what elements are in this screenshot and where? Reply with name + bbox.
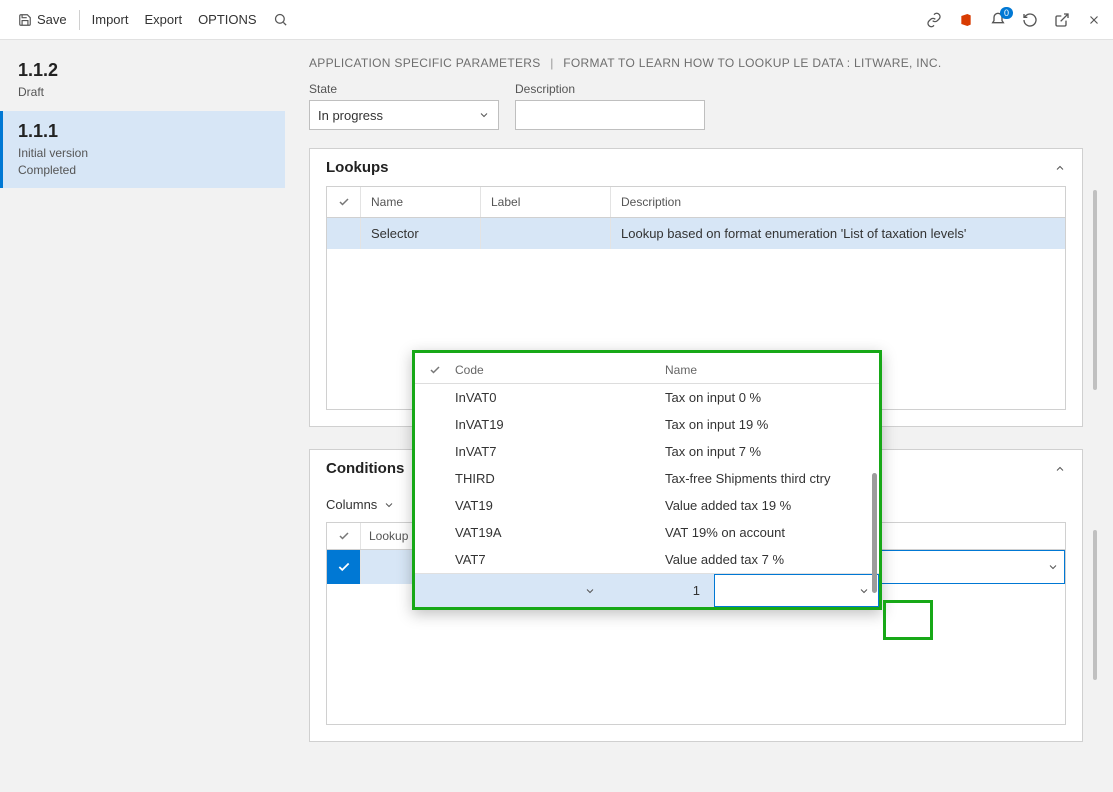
flyout-option-name: Tax on input 0 % (665, 390, 865, 405)
link-icon[interactable] (925, 11, 943, 29)
flyout-option[interactable]: VAT19AVAT 19% on account (415, 519, 879, 546)
save-button[interactable]: Save (10, 0, 75, 39)
version-item-2[interactable]: 1.1.1 Initial version Completed (0, 111, 285, 189)
breadcrumb-separator: | (550, 56, 553, 70)
popout-button[interactable] (1053, 11, 1071, 29)
label-header[interactable]: Label (481, 187, 611, 217)
scrollbar[interactable] (1093, 530, 1097, 680)
row-label (481, 218, 611, 249)
version-item-1[interactable]: 1.1.2 Draft (0, 50, 285, 111)
flyout-option-name: Tax on input 19 % (665, 417, 865, 432)
chevron-down-icon[interactable] (1047, 561, 1059, 573)
flyout-name-header[interactable]: Name (665, 363, 865, 377)
save-label: Save (37, 12, 67, 27)
description-field: Description (515, 82, 705, 130)
office-icon[interactable] (957, 11, 975, 29)
version-number: 1.1.2 (18, 60, 267, 81)
version-status: Draft (18, 84, 267, 101)
version-desc: Initial version (18, 145, 267, 162)
import-button[interactable]: Import (84, 0, 137, 39)
scrollbar[interactable] (1093, 190, 1097, 390)
flyout-option-name: VAT 19% on account (665, 525, 865, 540)
highlight-annotation (883, 600, 933, 640)
flyout-lookup-dropdown[interactable] (441, 585, 604, 597)
row-selected-indicator[interactable] (327, 550, 361, 584)
state-dropdown[interactable]: In progress (309, 100, 499, 130)
flyout-option-name: Tax-free Shipments third ctry (665, 471, 865, 486)
breadcrumb-b: FORMAT TO LEARN HOW TO LOOKUP LE DATA : … (563, 56, 941, 70)
breadcrumb: APPLICATION SPECIFIC PARAMETERS | FORMAT… (309, 56, 1083, 70)
options-button[interactable]: OPTIONS (190, 0, 265, 39)
toolbar-separator (79, 10, 80, 30)
collapse-icon[interactable] (1054, 162, 1066, 174)
breadcrumb-a: APPLICATION SPECIFIC PARAMETERS (309, 56, 541, 70)
select-all-header[interactable] (327, 187, 361, 217)
flyout-editing-row: 1 (415, 573, 879, 607)
description-header[interactable]: Description (611, 187, 1065, 217)
flyout-select-header[interactable] (429, 364, 455, 376)
flyout-option[interactable]: InVAT7Tax on input 7 % (415, 438, 879, 465)
flyout-option[interactable]: InVAT19Tax on input 19 % (415, 411, 879, 438)
flyout-option[interactable]: VAT19Value added tax 19 % (415, 492, 879, 519)
state-label: State (309, 82, 499, 96)
chevron-down-icon (383, 499, 395, 511)
chevron-down-icon (478, 109, 490, 121)
flyout-option[interactable]: THIRDTax-free Shipments third ctry (415, 465, 879, 492)
conditions-title: Conditions (326, 460, 404, 477)
flyout-code-input[interactable] (714, 574, 879, 607)
flyout-option-code: VAT19 (455, 498, 665, 513)
save-icon (18, 13, 32, 27)
version-status: Completed (18, 162, 267, 179)
flyout-option-code: InVAT0 (455, 390, 665, 405)
code-lookup-flyout: Code Name InVAT0Tax on input 0 %InVAT19T… (412, 350, 882, 610)
version-sidebar: 1.1.2 Draft 1.1.1 Initial version Comple… (0, 40, 285, 792)
export-button[interactable]: Export (136, 0, 190, 39)
collapse-icon[interactable] (1054, 463, 1066, 475)
flyout-option[interactable]: InVAT0Tax on input 0 % (415, 384, 879, 411)
flyout-option-code: VAT7 (455, 552, 665, 567)
flyout-option-name: Tax on input 7 % (665, 444, 865, 459)
lookups-title: Lookups (326, 159, 389, 176)
lookups-row[interactable]: Selector Lookup based on format enumerat… (327, 218, 1065, 249)
flyout-option-name: Value added tax 7 % (665, 552, 865, 567)
state-value: In progress (318, 108, 383, 123)
app-toolbar: Save Import Export OPTIONS 0 (0, 0, 1113, 40)
flyout-line-value: 1 (604, 583, 714, 598)
flyout-option[interactable]: VAT7Value added tax 7 % (415, 546, 879, 573)
row-description: Lookup based on format enumeration 'List… (611, 218, 1065, 249)
state-field: State In progress (309, 82, 499, 130)
select-all-header[interactable] (327, 523, 361, 549)
notification-badge: 0 (1000, 7, 1013, 19)
description-input[interactable] (515, 100, 705, 130)
refresh-button[interactable] (1021, 11, 1039, 29)
flyout-scrollbar[interactable] (872, 473, 877, 593)
flyout-option-code: InVAT7 (455, 444, 665, 459)
row-name: Selector (361, 218, 481, 249)
search-icon (273, 12, 288, 27)
flyout-option-name: Value added tax 19 % (665, 498, 865, 513)
name-header[interactable]: Name (361, 187, 481, 217)
version-number: 1.1.1 (18, 121, 267, 142)
flyout-code-header[interactable]: Code (455, 363, 665, 377)
search-button[interactable] (265, 0, 296, 39)
flyout-option-code: VAT19A (455, 525, 665, 540)
close-button[interactable] (1085, 11, 1103, 29)
description-label: Description (515, 82, 705, 96)
flyout-option-code: THIRD (455, 471, 665, 486)
row-selector[interactable] (327, 218, 361, 249)
columns-button[interactable]: Columns (326, 497, 377, 512)
flyout-option-code: InVAT19 (455, 417, 665, 432)
notifications-button[interactable]: 0 (989, 11, 1007, 29)
